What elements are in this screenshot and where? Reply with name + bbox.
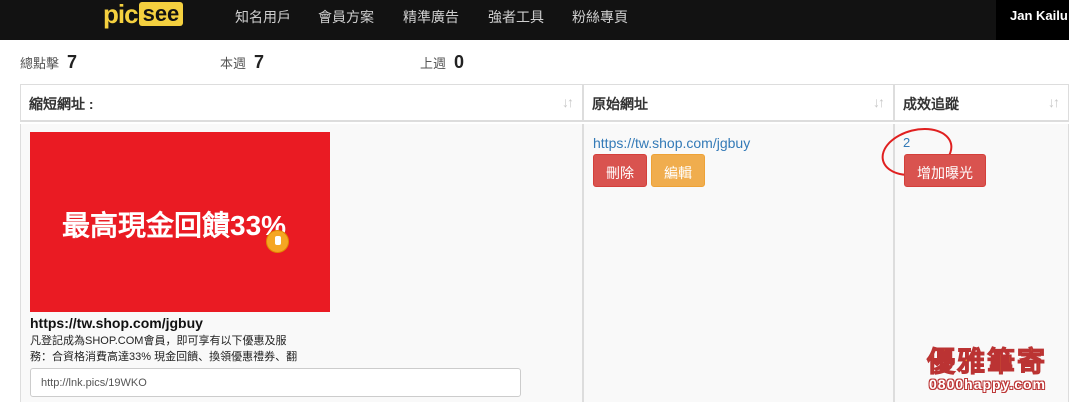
nav-targeted-ads[interactable]: 精準廣告 bbox=[403, 7, 459, 27]
picsee-logo[interactable]: pic see bbox=[103, 0, 184, 29]
nav-fan-page[interactable]: 粉絲專頁 bbox=[572, 7, 628, 27]
nav-membership-plans[interactable]: 會員方案 bbox=[318, 7, 374, 27]
click-count-link[interactable]: 2 bbox=[876, 120, 958, 184]
pointer-cursor-icon bbox=[266, 230, 289, 253]
watermark-site: 0800happy.com bbox=[929, 376, 1047, 392]
preview-description: 凡登記成為SHOP.COM會員，即可享有以下優惠及服 務：合資格消費高達33% … bbox=[30, 333, 330, 365]
sort-icon[interactable]: ↓↑ bbox=[873, 94, 885, 110]
top-navbar: pic see 知名用戶 會員方案 精準廣告 強者工具 粉絲專頁 Jan Kai… bbox=[0, 0, 1069, 40]
logo-pic-text: pic bbox=[103, 0, 139, 29]
stats-bar: 總點擊 7 本週 7 上週 0 bbox=[0, 52, 1069, 76]
description-line: 凡登記成為SHOP.COM會員，即可享有以下優惠及服 bbox=[30, 335, 287, 347]
column-header-performance[interactable]: 成效追蹤 ↓↑ bbox=[894, 85, 1069, 122]
stat-label: 總點擊 bbox=[20, 56, 60, 71]
column-title: 縮短網址 : bbox=[29, 96, 94, 112]
short-link-field[interactable] bbox=[30, 368, 521, 397]
sort-icon[interactable]: ↓↑ bbox=[562, 94, 574, 110]
column-header-short-url[interactable]: 縮短網址 : ↓↑ bbox=[20, 85, 583, 122]
stat-label: 上週 bbox=[420, 56, 447, 71]
cell-original-url: https://tw.shop.com/jgbuy 刪除 編輯 bbox=[583, 124, 894, 402]
banner-text: 最高現金回饋33% bbox=[62, 210, 287, 241]
user-menu[interactable]: Jan Kailu bbox=[996, 0, 1069, 40]
watermark-title: 優雅筆寄 bbox=[926, 345, 1048, 379]
nav-famous-users[interactable]: 知名用戶 bbox=[235, 7, 291, 27]
table-header: 縮短網址 : ↓↑ 原始網址 ↓↑ 成效追蹤 ↓↑ bbox=[20, 85, 1069, 122]
column-title: 原始網址 bbox=[592, 96, 648, 112]
delete-button[interactable]: 刪除 bbox=[593, 154, 647, 187]
edit-button[interactable]: 編輯 bbox=[651, 154, 705, 187]
stat-label: 本週 bbox=[220, 56, 247, 71]
stat-last-week: 上週 0 bbox=[420, 52, 464, 73]
stat-total-clicks: 總點擊 7 bbox=[20, 52, 77, 73]
user-name: Jan Kailu bbox=[1010, 8, 1068, 23]
main-nav: 知名用戶 會員方案 精準廣告 強者工具 粉絲專頁 bbox=[235, 0, 628, 34]
logo-see-text: see bbox=[138, 2, 184, 26]
sort-icon[interactable]: ↓↑ bbox=[1048, 94, 1060, 110]
preview-title: https://tw.shop.com/jgbuy bbox=[30, 315, 203, 331]
table-row: 最高現金回饋33% https://tw.shop.com/jgbuy 凡登記成… bbox=[20, 120, 1069, 402]
column-header-original-url[interactable]: 原始網址 ↓↑ bbox=[583, 85, 894, 122]
stat-this-week: 本週 7 bbox=[220, 52, 264, 73]
nav-power-tools[interactable]: 強者工具 bbox=[488, 7, 544, 27]
stat-value: 7 bbox=[254, 52, 265, 72]
boost-exposure-button[interactable]: 增加曝光 bbox=[904, 154, 986, 187]
stat-value: 7 bbox=[67, 52, 78, 72]
cell-short-url: 最高現金回饋33% https://tw.shop.com/jgbuy 凡登記成… bbox=[20, 124, 583, 402]
column-title: 成效追蹤 bbox=[903, 96, 959, 112]
link-preview-image[interactable]: 最高現金回饋33% bbox=[30, 132, 330, 312]
links-table: 縮短網址 : ↓↑ 原始網址 ↓↑ 成效追蹤 ↓↑ 最高現金回饋33% http… bbox=[20, 84, 1069, 402]
stat-value: 0 bbox=[454, 52, 465, 72]
site-watermark: 優雅筆寄 0800happy.com bbox=[925, 340, 1065, 396]
original-url-link[interactable]: https://tw.shop.com/jgbuy bbox=[593, 135, 750, 151]
description-line: 務：合資格消費高達33% 現金回饋、換領優惠禮券、翻 bbox=[30, 351, 298, 363]
